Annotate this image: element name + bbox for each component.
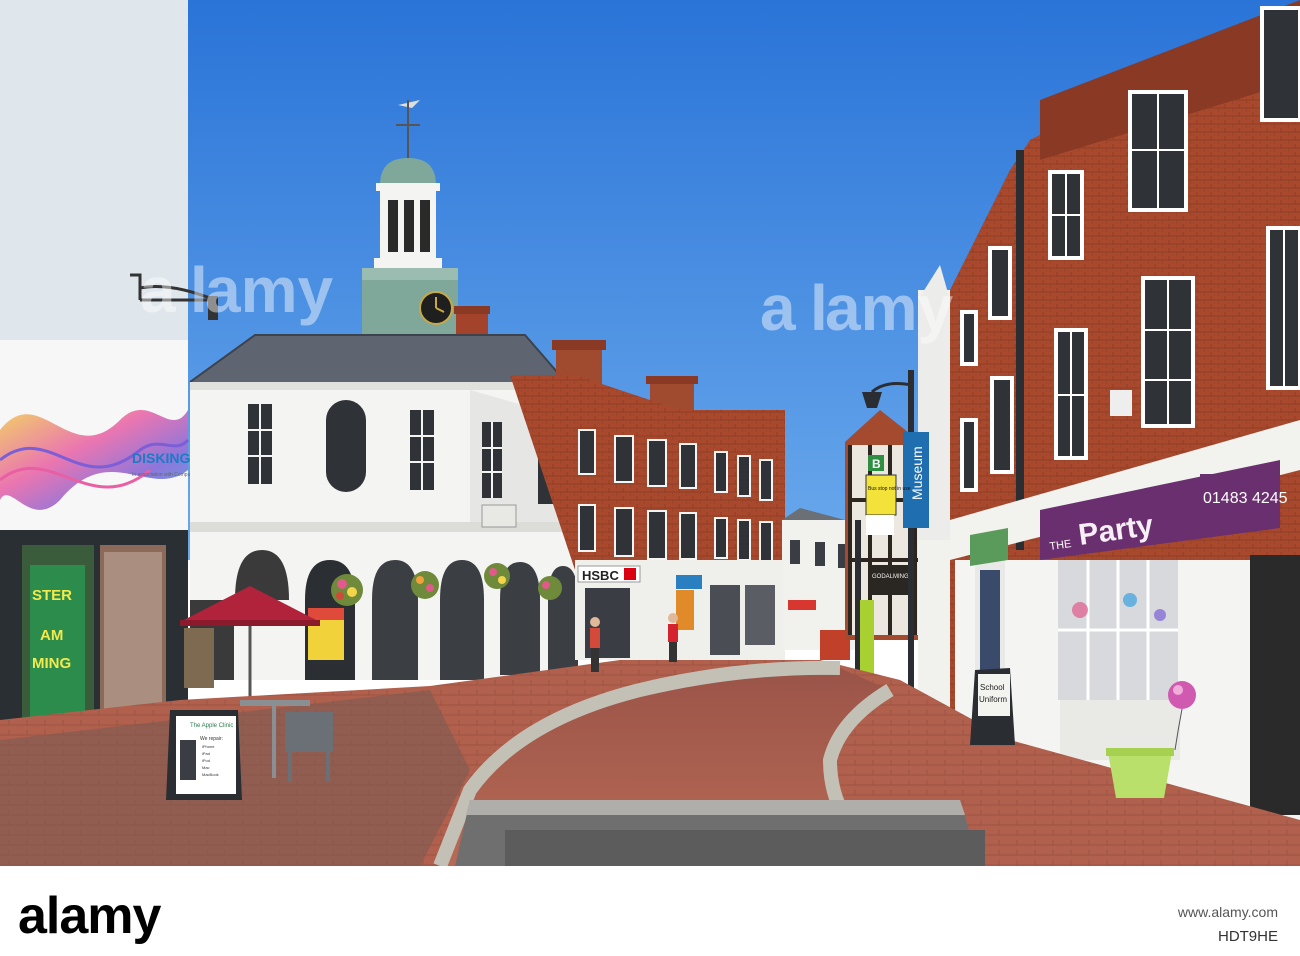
- poster-text-1: STER: [32, 587, 72, 604]
- apple-clinic-item-1: iPhone: [202, 744, 215, 749]
- disking-brand: DISKING: [132, 450, 190, 466]
- apple-clinic-board: The Apple Clinic We repair: iPhone iPad …: [166, 710, 242, 800]
- apple-clinic-item-3: iPod: [202, 758, 210, 763]
- apple-clinic-item-4: Mac: [202, 765, 210, 770]
- apple-clinic-subtitle: We repair:: [200, 736, 223, 742]
- school-uniform-line-2: Uniform: [979, 695, 1007, 704]
- watermark-footer: alamy www.alamy.com HDT9HE: [0, 866, 1300, 956]
- footer-logo: alamy: [18, 887, 161, 945]
- school-uniform-board: School Uniform: [970, 668, 1015, 745]
- godalming-sign: GODALMING: [872, 574, 909, 580]
- hsbc-sign: HSBC: [582, 568, 619, 583]
- apple-clinic-item-5: MacBook: [202, 772, 219, 777]
- poster-text-3: MING: [32, 655, 71, 672]
- party-phone: 01483 4245: [1203, 490, 1288, 507]
- bus-stop-letter: B: [872, 457, 881, 471]
- svg-text:amy: amy: [825, 272, 954, 344]
- apple-clinic-title: The Apple Clinic: [190, 723, 233, 729]
- apple-clinic-item-2: iPad: [202, 751, 210, 756]
- svg-text:a: a: [760, 272, 796, 344]
- footer-url: www.alamy.com: [1177, 904, 1278, 920]
- street-photo: DISKING In association with Computers Di…: [0, 0, 1300, 866]
- bus-notice: Bus stop not in use: [868, 486, 911, 492]
- photo-scene: DISKING In association with Computers Di…: [0, 0, 1300, 956]
- svg-text:amy: amy: [205, 254, 334, 326]
- museum-banner: Museum: [909, 446, 925, 500]
- footer-image-id: HDT9HE: [1217, 928, 1278, 945]
- svg-text:a: a: [140, 254, 176, 326]
- poster-text-2: AM: [40, 627, 63, 644]
- school-uniform-line-1: School: [980, 683, 1005, 692]
